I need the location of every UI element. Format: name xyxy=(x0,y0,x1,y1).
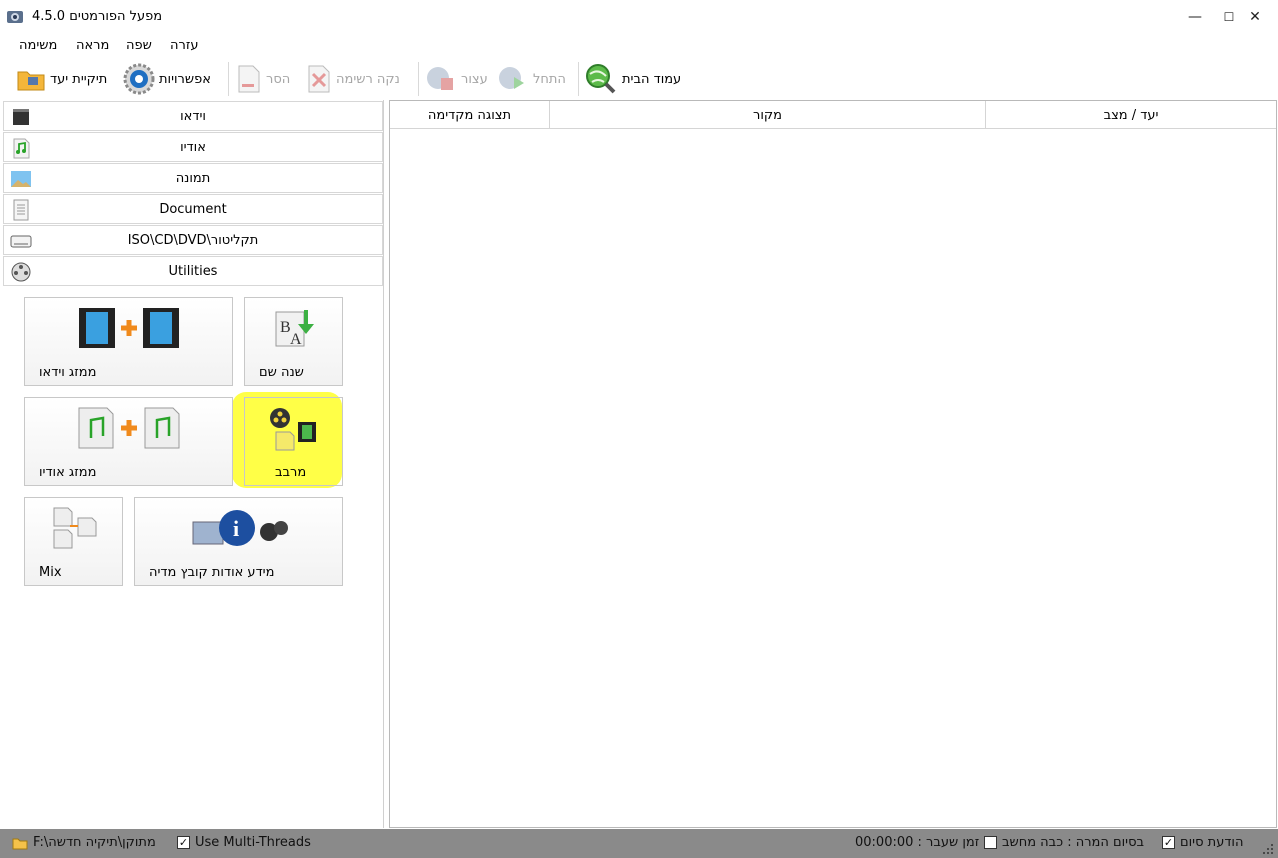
home-page-label: עמוד הבית xyxy=(622,71,682,87)
sidebar: וידאו אודיו תמונה Document ISO\CD\DVD\תק… xyxy=(0,100,384,828)
stop-label: עצור xyxy=(461,71,488,87)
window-title: מפעל הפורמטים 4.5.0 xyxy=(32,9,163,24)
globe-search-icon xyxy=(586,64,616,94)
media-info-tile[interactable]: i מידע אודות קובץ מדיה xyxy=(134,497,343,586)
checkbox-checked-icon: ✓ xyxy=(177,836,190,849)
mix-icon xyxy=(53,507,96,549)
category-document-label: Document xyxy=(159,201,227,217)
mux-label: מרבב xyxy=(275,465,307,480)
resize-grip-icon[interactable] xyxy=(1262,843,1274,855)
disc-drive-icon xyxy=(10,235,32,248)
category-audio-label: אודיו xyxy=(180,139,206,155)
category-picture-label: תמונה xyxy=(175,170,211,186)
options-label: אפשרויות xyxy=(159,71,211,87)
app-icon xyxy=(7,11,23,23)
start-icon xyxy=(499,67,524,89)
category-rom-device-label: ISO\CD\DVD\תקליטור xyxy=(127,232,259,248)
stop-button[interactable]: עצור xyxy=(425,62,488,96)
category-document[interactable]: Document xyxy=(3,194,383,224)
clear-list-button[interactable]: נקה רשימה xyxy=(306,62,400,96)
output-path[interactable]: F:\מתוקן\תיקיה חדשה xyxy=(12,835,156,850)
close-button[interactable]: ✕ xyxy=(1232,0,1278,34)
media-info-label: מידע אודות קובץ מדיה xyxy=(149,565,275,580)
clear-list-icon xyxy=(308,65,330,93)
category-utilities-label: Utilities xyxy=(168,263,218,279)
start-button[interactable]: התחל xyxy=(497,62,566,96)
minimize-icon: — xyxy=(1188,9,1202,25)
audio-joiner-tile[interactable]: ממזג אודיו xyxy=(24,397,233,486)
status-bar: F:\מתוקן\תיקיה חדשה ✓ Use Multi-Threads … xyxy=(0,829,1278,858)
film-reel-icon xyxy=(11,262,31,282)
remove-icon xyxy=(238,65,260,93)
category-video-label: וידאו xyxy=(180,108,206,124)
task-list[interactable]: תצוגה מקדימה מקור יעד / מצב xyxy=(389,100,1277,828)
menu-skin[interactable]: מראה xyxy=(76,38,109,53)
list-header: תצוגה מקדימה מקור יעד / מצב xyxy=(390,101,1276,129)
home-page-button[interactable]: עמוד הבית xyxy=(584,62,681,96)
gear-icon xyxy=(123,63,155,95)
svg-text:A: A xyxy=(290,331,302,348)
toolbar: תיקיית יעד אפשרויות הסר נקה רשימה עצור ה… xyxy=(0,58,1278,100)
notify-checkbox[interactable]: ✓ הודעת סיום xyxy=(1162,835,1243,850)
column-source[interactable]: מקור xyxy=(550,101,986,129)
video-joiner-label: ממזג וידאו xyxy=(39,365,97,380)
svg-text:i: i xyxy=(233,516,239,541)
menu-bar: עזרה שפה מראה משימה xyxy=(0,34,1278,58)
category-utilities[interactable]: Utilities xyxy=(3,256,383,286)
folder-icon xyxy=(17,71,45,91)
close-icon: ✕ xyxy=(1249,9,1261,25)
menu-help[interactable]: עזרה xyxy=(170,38,198,53)
rename-tile[interactable]: B A שנה שם xyxy=(244,297,343,386)
stop-icon xyxy=(427,67,453,90)
category-picture[interactable]: תמונה xyxy=(3,163,383,193)
media-info-icon: i xyxy=(192,510,288,546)
music-note-icon xyxy=(13,138,30,159)
shutdown-checkbox[interactable]: בסיום המרה : כבה מחשב xyxy=(984,835,1144,850)
menu-language[interactable]: שפה xyxy=(126,38,152,53)
clapperboard-icon xyxy=(13,109,29,125)
remove-label: הסר xyxy=(266,71,291,87)
column-destination-status[interactable]: יעד / מצב xyxy=(986,101,1276,129)
checkbox-unchecked-icon xyxy=(984,836,997,849)
clear-list-label: נקה רשימה xyxy=(336,71,400,87)
multithreads-checkbox[interactable]: ✓ Use Multi-Threads xyxy=(177,835,311,850)
checkbox-checked-icon: ✓ xyxy=(1162,836,1175,849)
title-bar: מפעל הפורמטים 4.5.0 — ☐ ✕ xyxy=(0,0,1278,34)
audio-joiner-icon xyxy=(78,407,179,449)
audio-joiner-label: ממזג אודיו xyxy=(39,465,97,480)
category-audio[interactable]: אודיו xyxy=(3,132,383,162)
start-label: התחל xyxy=(533,71,566,87)
mux-tile[interactable]: מרבב xyxy=(244,397,343,486)
mix-tile[interactable]: Mix xyxy=(24,497,123,586)
rename-label: שנה שם xyxy=(259,365,304,380)
options-button[interactable]: אפשרויות xyxy=(123,62,211,96)
video-joiner-tile[interactable]: ממזג וידאו xyxy=(24,297,233,386)
picture-icon xyxy=(11,171,31,187)
video-joiner-icon xyxy=(78,308,179,348)
elapsed-time: 00:00:00 : זמן שעבר xyxy=(855,835,980,850)
category-rom-device[interactable]: ISO\CD\DVD\תקליטור xyxy=(3,225,383,255)
column-preview[interactable]: תצוגה מקדימה xyxy=(390,101,550,129)
output-folder-button[interactable]: תיקיית יעד xyxy=(16,62,107,96)
rename-icon: B A xyxy=(275,310,314,348)
output-folder-label: תיקיית יעד xyxy=(50,71,108,87)
document-icon xyxy=(13,199,29,221)
folder-small-icon xyxy=(12,838,28,849)
remove-button[interactable]: הסר xyxy=(236,62,290,96)
mux-icon xyxy=(269,408,316,451)
menu-task[interactable]: משימה xyxy=(19,38,57,53)
mix-label: Mix xyxy=(39,565,62,580)
category-video[interactable]: וידאו xyxy=(3,101,383,131)
